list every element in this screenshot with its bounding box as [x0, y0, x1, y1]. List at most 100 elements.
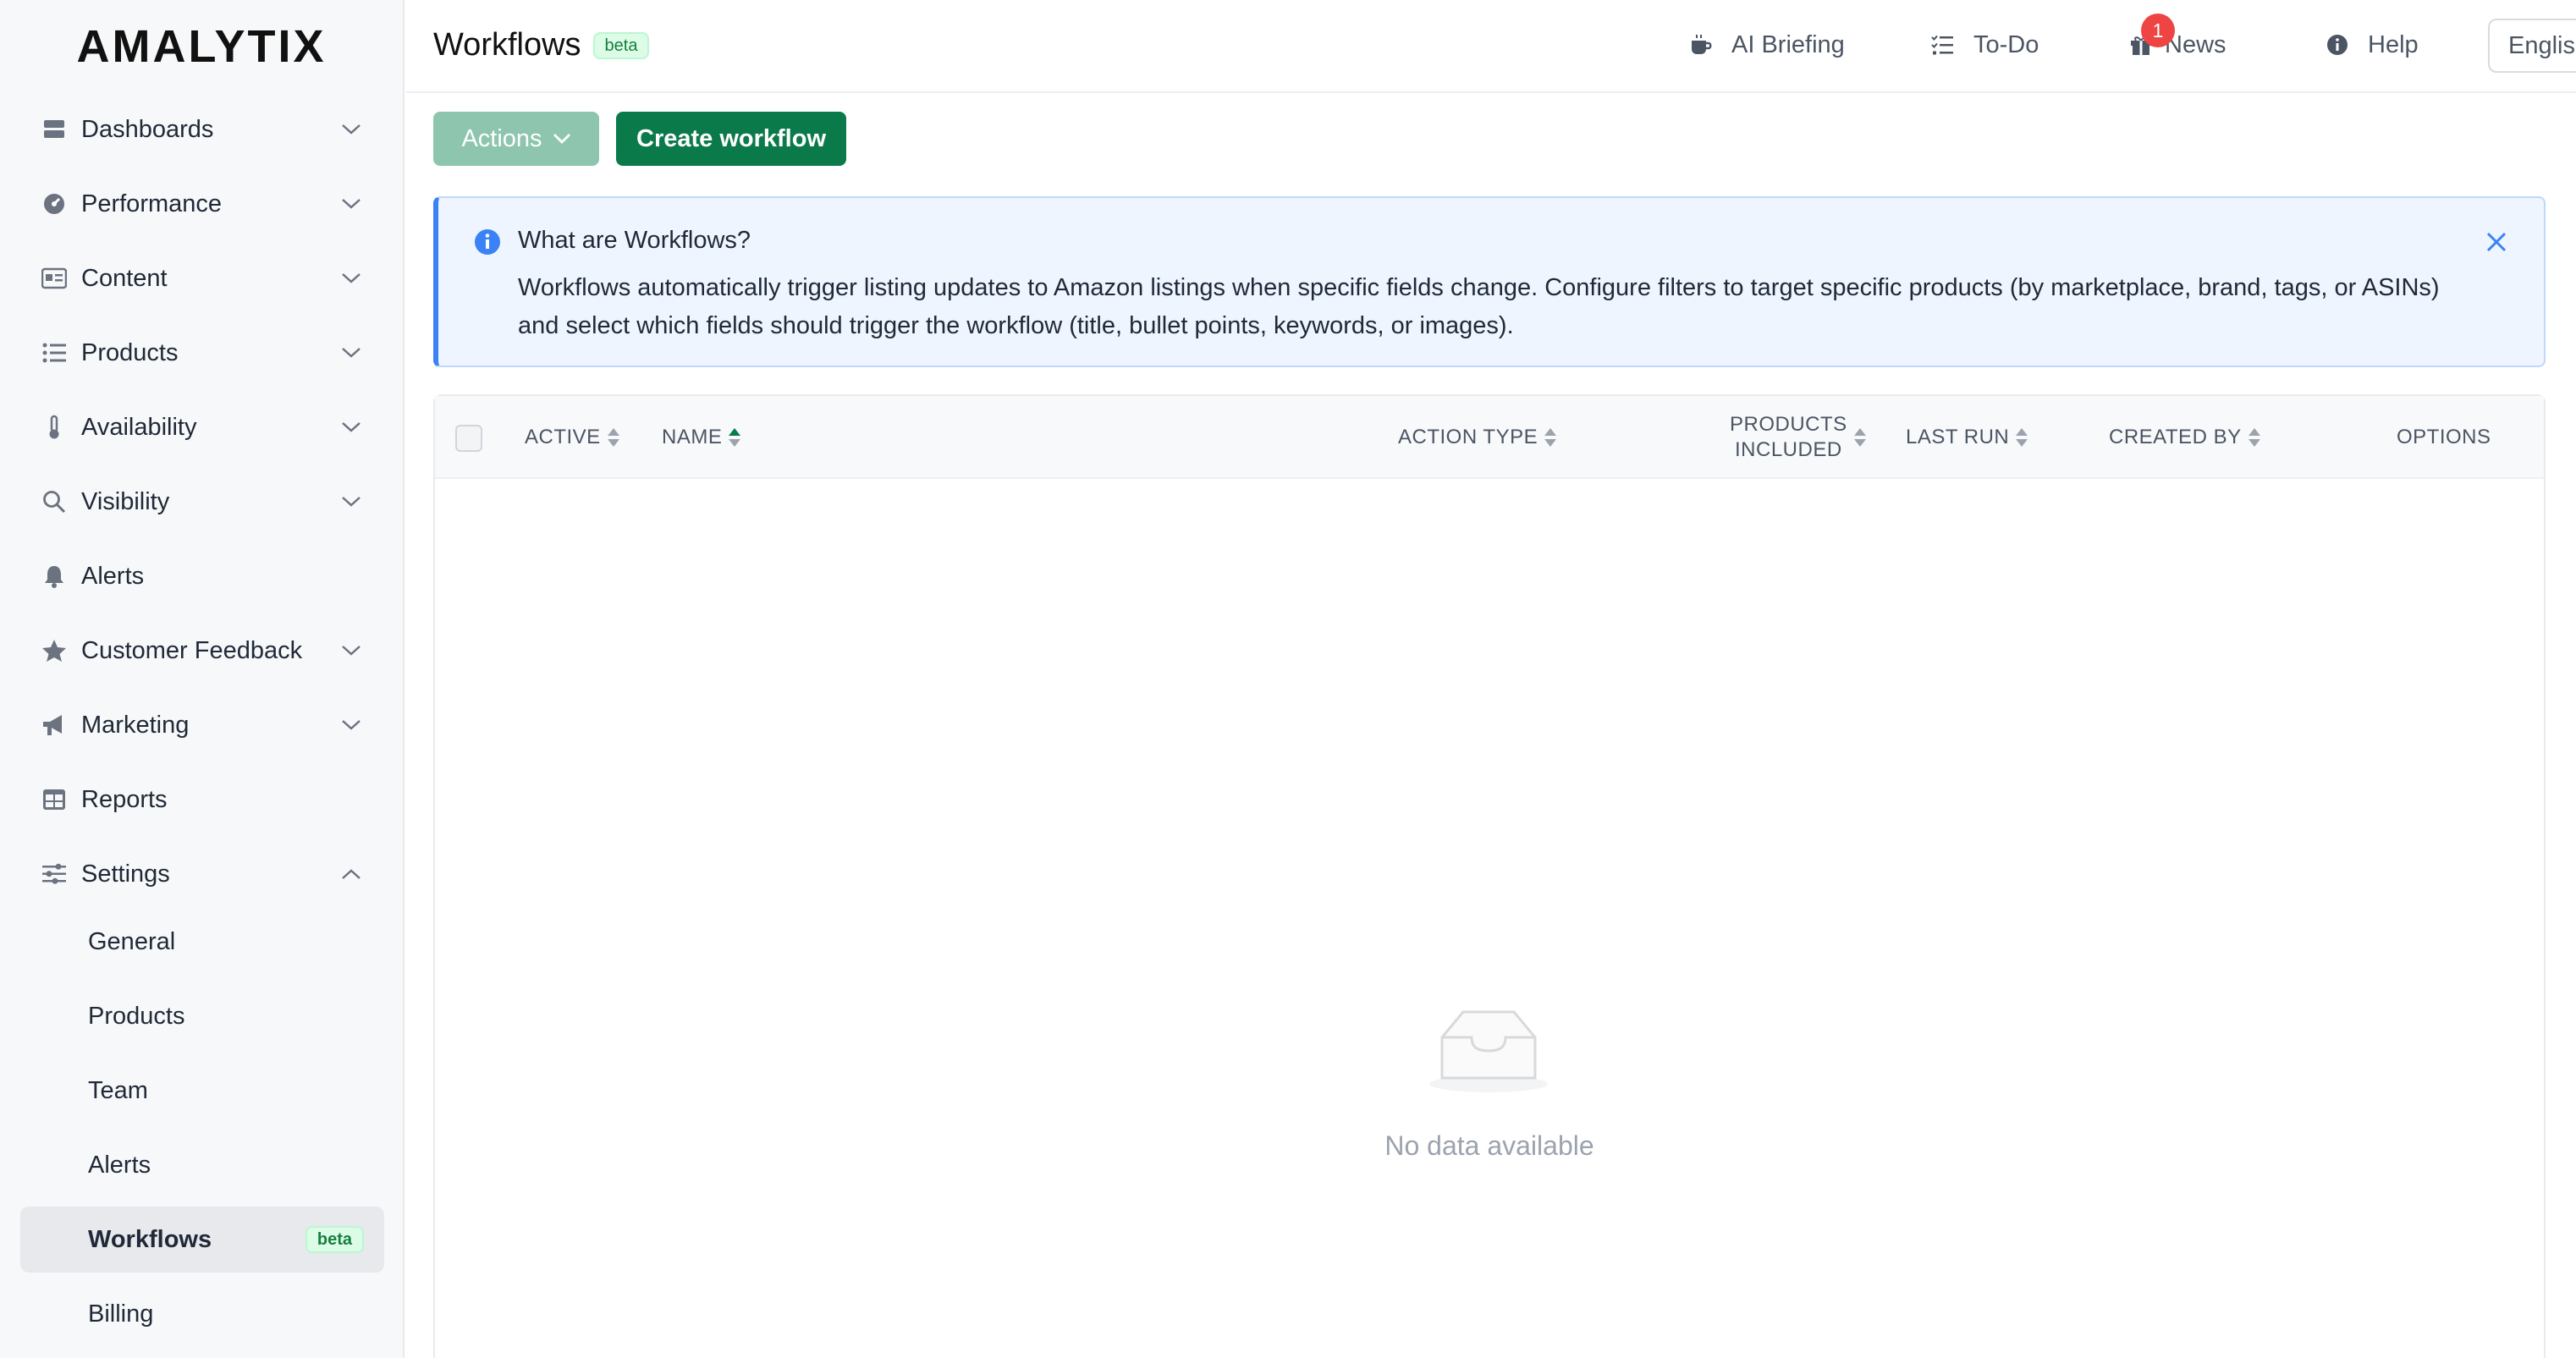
help-label: Help	[2368, 30, 2419, 58]
sort-ascending-icon	[727, 426, 742, 448]
beta-badge: beta	[592, 31, 650, 59]
sidebar-item-label: Alerts	[88, 1151, 151, 1179]
select-all-checkbox[interactable]	[455, 425, 482, 452]
column-label: CREATED BY	[2109, 426, 2242, 448]
news-notification-badge: 1	[2141, 14, 2175, 47]
sort-icon	[2247, 426, 2262, 448]
actions-label: Actions	[461, 124, 542, 152]
sidebar: AMALYTIX Dashboards Performance Content …	[0, 0, 405, 1358]
info-icon	[2324, 31, 2351, 58]
coffee-icon	[1687, 31, 1715, 58]
column-label: ACTION TYPE	[1398, 426, 1538, 448]
chevron-down-icon	[339, 266, 364, 291]
sidebar-subitem-products[interactable]: Products	[20, 983, 384, 1049]
column-label-line: PRODUCTS	[1730, 413, 1847, 436]
chevron-up-icon	[339, 861, 364, 887]
ai-briefing-label: AI Briefing	[1731, 30, 1845, 58]
column-header-created-by[interactable]: CREATED BY	[2109, 396, 2262, 479]
column-header-action-type[interactable]: ACTION TYPE	[1398, 396, 1558, 479]
column-label: OPTIONS	[2397, 426, 2491, 448]
todo-link[interactable]: To-Do	[1929, 25, 2039, 64]
sidebar-item-label: Performance	[81, 190, 223, 217]
sidebar-item-products[interactable]: Products	[20, 320, 384, 386]
sidebar-item-content[interactable]: Content	[20, 245, 384, 311]
chevron-down-icon	[339, 340, 364, 366]
workflows-table: ACTIVE NAME ACTION TYPE PRODUCTS INCLUDE…	[433, 394, 2546, 1358]
content-icon	[41, 265, 68, 292]
ai-briefing-link[interactable]: AI Briefing	[1687, 25, 1845, 64]
page-title: Workflows beta	[433, 27, 650, 63]
sidebar-subitem-alerts[interactable]: Alerts	[20, 1132, 384, 1198]
sidebar-item-label: Availability	[81, 413, 197, 441]
language-value: English	[2508, 31, 2576, 59]
sidebar-item-label: General	[88, 927, 176, 955]
create-workflow-button[interactable]: Create workflow	[616, 112, 846, 166]
sort-icon	[606, 426, 621, 448]
todo-label: To-Do	[1973, 30, 2039, 58]
app-logo[interactable]: AMALYTIX	[0, 0, 403, 93]
beta-badge: beta	[305, 1226, 364, 1253]
table-header: ACTIVE NAME ACTION TYPE PRODUCTS INCLUDE…	[435, 396, 2544, 479]
sidebar-subitem-billing[interactable]: Billing	[20, 1281, 384, 1347]
sidebar-subitem-team[interactable]: Team	[20, 1058, 384, 1124]
chevron-down-icon	[339, 191, 364, 217]
dashboard-icon	[41, 116, 68, 143]
info-icon	[474, 228, 501, 256]
star-icon	[41, 637, 68, 664]
sidebar-item-label: Billing	[88, 1300, 154, 1328]
table-icon	[41, 786, 68, 813]
column-header-name[interactable]: NAME	[662, 396, 742, 479]
chevron-down-icon	[553, 133, 571, 145]
sidebar-item-label: Team	[88, 1076, 148, 1104]
sidebar-item-label: Alerts	[81, 562, 145, 590]
info-banner-text: Workflows automatically trigger listing …	[518, 274, 2440, 339]
info-banner: What are Workflows? Workflows automatica…	[433, 196, 2546, 367]
close-icon[interactable]	[2480, 225, 2513, 259]
empty-state: No data available	[435, 479, 2544, 1358]
sidebar-item-performance[interactable]: Performance	[20, 171, 384, 237]
sort-icon	[1543, 426, 1558, 448]
sidebar-item-customer-feedback[interactable]: Customer Feedback	[20, 618, 384, 684]
chevron-down-icon	[339, 712, 364, 738]
sidebar-item-label: Workflows	[88, 1225, 212, 1253]
chevron-down-icon	[339, 489, 364, 514]
column-label: NAME	[662, 426, 723, 448]
empty-inbox-icon	[1425, 1003, 1552, 1097]
page-title-text: Workflows	[433, 27, 581, 63]
sidebar-item-label: Reports	[81, 785, 168, 813]
help-link[interactable]: Help	[2324, 25, 2419, 64]
column-label: PRODUCTS INCLUDED	[1730, 412, 1847, 463]
chevron-down-icon	[339, 415, 364, 440]
column-header-products-included[interactable]: PRODUCTS INCLUDED	[1730, 396, 1868, 479]
sidebar-item-label: Customer Feedback	[81, 636, 303, 664]
bell-icon	[41, 563, 68, 590]
sidebar-item-label: Products	[81, 338, 179, 366]
actions-dropdown-button[interactable]: Actions	[433, 112, 599, 166]
checklist-icon	[1929, 31, 1957, 58]
column-label: LAST RUN	[1906, 426, 2010, 448]
language-select[interactable]: English	[2488, 19, 2576, 73]
sidebar-item-settings[interactable]: Settings	[20, 841, 384, 907]
sidebar-item-availability[interactable]: Availability	[20, 394, 384, 460]
thermometer-icon	[41, 414, 68, 441]
sidebar-item-label: Visibility	[81, 487, 170, 515]
sidebar-item-label: Dashboards	[81, 115, 214, 143]
top-bar: Workflows beta	[406, 0, 2576, 93]
sidebar-item-reports[interactable]: Reports	[20, 767, 384, 833]
sidebar-item-label: Marketing	[81, 711, 190, 739]
sliders-icon	[41, 860, 68, 888]
sidebar-item-alerts[interactable]: Alerts	[20, 543, 384, 609]
chevron-down-icon	[339, 117, 364, 142]
column-label-line: INCLUDED	[1734, 438, 1842, 461]
column-header-options: OPTIONS	[2397, 396, 2491, 479]
list-icon	[41, 339, 68, 366]
sort-icon	[2014, 426, 2029, 448]
sidebar-item-visibility[interactable]: Visibility	[20, 469, 384, 535]
sidebar-item-dashboards[interactable]: Dashboards	[20, 96, 384, 162]
sidebar-subitem-workflows[interactable]: Workflows beta	[20, 1207, 384, 1273]
column-header-active[interactable]: ACTIVE	[525, 396, 621, 479]
sidebar-item-marketing[interactable]: Marketing	[20, 692, 384, 758]
sidebar-subitem-general[interactable]: General	[20, 909, 384, 975]
column-header-last-run[interactable]: LAST RUN	[1906, 396, 2029, 479]
megaphone-icon	[41, 712, 68, 739]
